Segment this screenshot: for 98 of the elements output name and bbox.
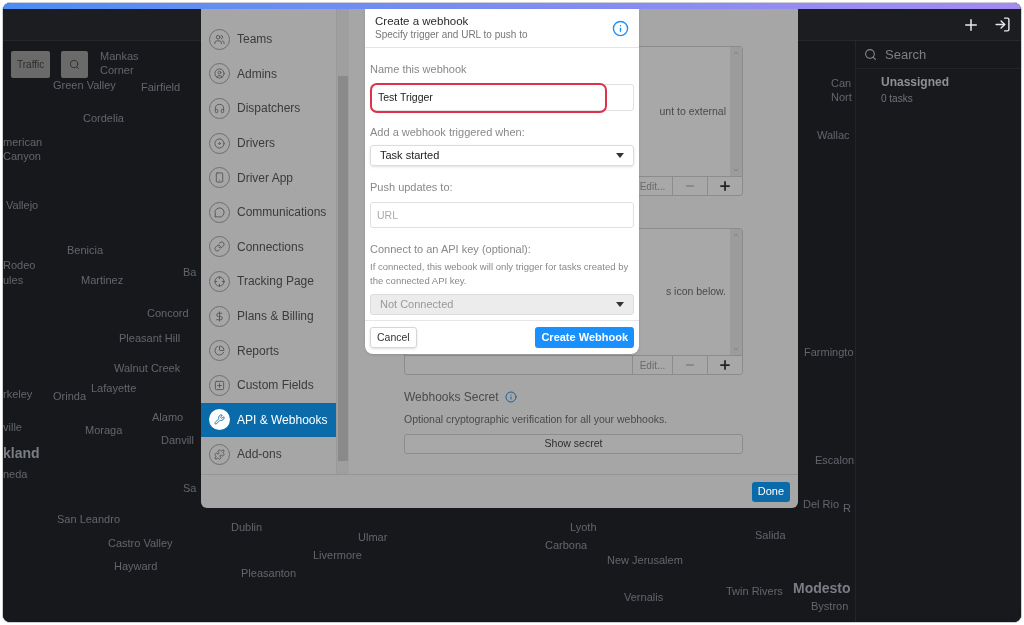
map-place-label: Lyoth — [570, 520, 597, 534]
search-icon — [864, 48, 877, 61]
settings-nav-item[interactable]: Communications — [201, 194, 336, 230]
settings-nav-item[interactable]: Dispatchers — [201, 91, 336, 126]
caret-icon — [616, 153, 624, 158]
scroll-down-icon[interactable] — [732, 166, 740, 174]
map-place-label: Twin Rivers — [726, 584, 783, 598]
map-place-label: Modesto — [793, 581, 851, 595]
create-webhook-button[interactable]: Create Webhook — [535, 327, 634, 348]
group-title[interactable]: Unassigned — [881, 73, 1021, 91]
map-place-label: New Jerusalem — [607, 553, 683, 567]
map-place-label: Benicia — [67, 243, 104, 257]
import-icon[interactable] — [994, 16, 1011, 33]
nav-scrollbar[interactable] — [337, 9, 349, 474]
settings-nav-item[interactable]: Reports — [201, 333, 336, 368]
map-place-label: rkeley — [3, 387, 33, 401]
task-count: 0 tasks — [881, 92, 914, 106]
field-label: Add a webhook triggered when: — [370, 124, 526, 140]
scroll-up-icon[interactable] — [732, 49, 740, 57]
show-secret-button[interactable]: Show secret — [404, 433, 743, 454]
map-place-label: ules — [3, 273, 24, 287]
settings-nav-item[interactable]: Tracking Page — [201, 264, 336, 299]
task-search-field[interactable]: Search — [856, 41, 1021, 69]
plus-icon — [718, 179, 732, 193]
map-place-label: Castro Valley — [108, 536, 173, 550]
map-place-label: Carbona — [545, 538, 588, 552]
field-label: Name this webhook — [370, 62, 468, 77]
section-description: Optional cryptographic verification for all your webhooks. — [404, 412, 669, 427]
map-place-label: Vallejo — [6, 198, 39, 212]
map-place-label: Pleasant Hill — [119, 331, 181, 345]
modal-subtitle: Specify trigger and URL to push to — [375, 28, 528, 41]
modal-title: Create a webhook — [375, 15, 470, 28]
settings-nav-item[interactable]: Connections — [201, 229, 336, 265]
list-text: s icon below. — [665, 284, 726, 300]
map-place-label: Orinda — [53, 389, 87, 403]
map-place-label: Alamo — [152, 410, 184, 424]
settings-nav-item[interactable]: Driver App — [201, 160, 336, 195]
map-place-label: Wallac — [817, 128, 850, 142]
wrench-icon — [209, 409, 230, 431]
map-place-label: Farmingto — [804, 345, 854, 359]
settings-nav-item[interactable]: Custom Fields — [201, 367, 336, 403]
map-place-label: Livermore — [313, 548, 362, 562]
map-place-label: Bystron — [811, 599, 849, 613]
map-place-label: Ba — [183, 265, 197, 279]
map-place-label: Can Nort — [831, 76, 853, 104]
map-place-label: Dublin — [231, 520, 263, 534]
field-label: Connect to an API key (optional): — [370, 241, 532, 257]
trigger-select[interactable]: Task started — [370, 145, 634, 166]
map-place-label: Danvill — [161, 433, 194, 447]
map-place-label: Green Valley — [53, 78, 116, 92]
done-button[interactable]: Done — [751, 481, 790, 502]
map-place-label: merican Canyon — [3, 135, 44, 163]
settings-nav-item[interactable]: Add-ons — [201, 437, 336, 472]
scroll-thumb[interactable] — [338, 76, 348, 461]
map-place-label: Pleasanton — [241, 566, 297, 580]
info-icon[interactable] — [612, 19, 629, 37]
map-place-label: neda — [3, 467, 28, 481]
url-input-field[interactable]: URL — [370, 201, 634, 228]
map-place-label: Concord — [147, 306, 189, 320]
map-place-label: Mankas Corner — [100, 49, 140, 77]
map-place-label: Cordelia — [83, 111, 124, 125]
map-search-button[interactable] — [61, 51, 88, 78]
map-place-label: Rodeo — [3, 258, 36, 272]
plus-icon — [718, 358, 732, 372]
field-label: Push updates to: — [370, 180, 454, 195]
map-place-label: Salida — [755, 528, 786, 542]
map-place-label: San Leandro — [57, 512, 120, 526]
map-place-label: Escalon — [815, 453, 855, 467]
map-place-label: Walnut Creek — [114, 361, 181, 375]
map-place-label: R — [843, 501, 851, 515]
info-icon[interactable] — [504, 391, 517, 403]
settings-nav-item[interactable]: Teams — [201, 22, 336, 57]
scrollbar[interactable] — [730, 229, 742, 355]
map-place-label: Del Rio — [803, 497, 840, 511]
scroll-down-icon[interactable] — [732, 345, 740, 353]
map-place-label: Ulmar — [358, 530, 388, 544]
map-place-label: Hayward — [114, 559, 158, 573]
settings-nav-item[interactable]: Plans & Billing — [201, 298, 336, 334]
map-place-label: Vernalis — [624, 590, 664, 604]
traffic-button[interactable]: Traffic — [11, 51, 51, 78]
map-place-label: Martinez — [81, 273, 124, 287]
map-place-label: Fairfield — [141, 80, 181, 94]
section-title: Webhooks Secret — [404, 389, 499, 406]
map-place-label: kland — [3, 446, 40, 460]
settings-nav-item[interactable]: Drivers — [201, 125, 336, 161]
map-place-label: Moraga — [85, 423, 123, 437]
search-icon — [69, 59, 80, 70]
list-text: unt to external — [659, 103, 726, 119]
map-place-label: ville — [3, 420, 22, 434]
map-place-label: Lafayette — [91, 381, 137, 395]
cancel-button[interactable]: Cancel — [370, 327, 417, 348]
settings-nav-item[interactable]: Admins — [201, 56, 336, 92]
map-place-label: Sa — [183, 481, 197, 495]
scroll-up-icon[interactable] — [732, 231, 740, 239]
settings-nav-item[interactable]: API & Webhooks — [201, 402, 336, 438]
scrollbar[interactable] — [730, 47, 742, 176]
caret-icon — [616, 302, 624, 307]
help-text: If connected, this webook will only trigger for tasks created by the connected API key. — [370, 260, 630, 288]
